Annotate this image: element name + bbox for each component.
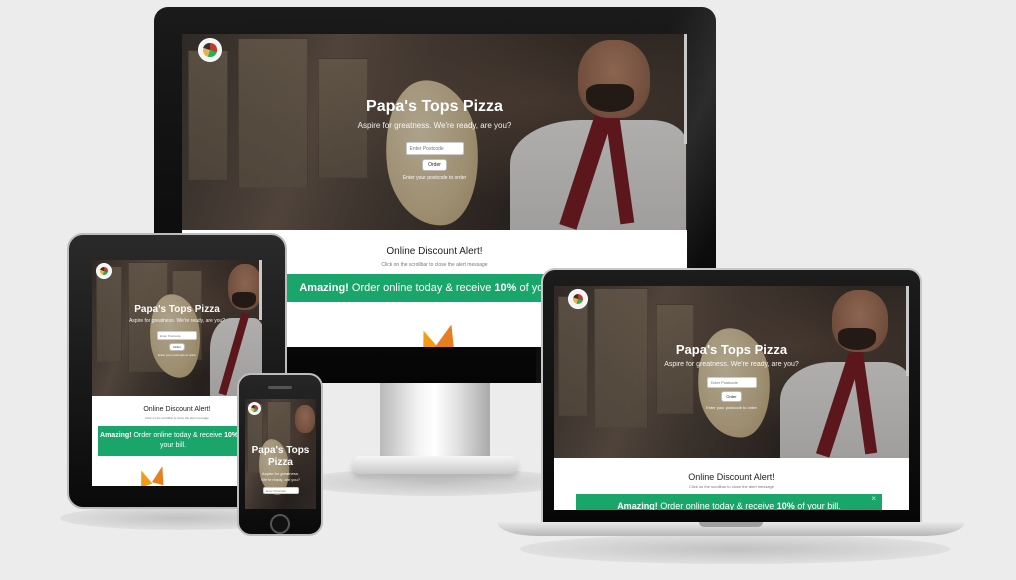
promo-text: Order online today & receive	[131, 432, 225, 439]
hero-content: Papa's Tops Pizza Aspire for greatness. …	[182, 98, 687, 181]
hero-tagline: Aspire for greatness. We're ready, are y…	[261, 471, 300, 482]
desktop-scrollbar[interactable]	[684, 34, 687, 144]
hero-content: Papa's Tops Pizza Aspire for greatness. …	[92, 304, 262, 357]
postcode-hint: Enter your postcode to order	[157, 353, 197, 357]
hero-title: Papa's Tops Pizza	[366, 98, 503, 115]
promo-highlight: 10%	[494, 282, 517, 294]
promo-lead: Amazing!	[299, 282, 349, 294]
phone-website: Papa's Tops Pizza Aspire for greatness. …	[245, 399, 316, 509]
flame-graphic	[434, 321, 462, 347]
postcode-input[interactable]	[157, 331, 197, 340]
promo-lead: Amazing!	[617, 501, 658, 510]
postcode-hint: Enter your postcode to order	[706, 405, 757, 410]
flame-graphic	[151, 464, 169, 486]
promo-text: Order online today & receive	[348, 282, 495, 294]
hero-tagline: Aspire for greatness. We're ready, are y…	[128, 318, 226, 324]
order-button[interactable]: Order	[169, 343, 185, 351]
promo-highlight: 10%	[776, 501, 795, 510]
discount-title: Online Discount Alert!	[688, 472, 775, 482]
hero-tagline: Aspire for greatness. We're ready, are y…	[664, 361, 799, 368]
phone-speaker	[268, 386, 292, 389]
hero-tagline: Aspire for greatness. We're ready, are y…	[357, 121, 512, 130]
promo-tail: of your bill.	[794, 501, 841, 510]
close-icon[interactable]: ×	[871, 494, 876, 510]
hero-title: Papa's Tops Pizza	[675, 342, 788, 357]
promo-lead: Amazing!	[100, 432, 132, 439]
postcode-input[interactable]	[405, 142, 464, 155]
hero-section: Papa's Tops Pizza Aspire for greatness. …	[92, 260, 262, 396]
hero-title: Papa's Tops Pizza	[251, 445, 310, 468]
discount-subtitle: Click on the scrollbar to close the aler…	[689, 484, 774, 489]
laptop-shadow	[520, 534, 950, 564]
hero-section: Papa's Tops Pizza Aspire for greatness. …	[554, 286, 909, 458]
hero-title: Papa's Tops Pizza	[134, 304, 220, 315]
laptop-website: Papa's Tops Pizza Aspire for greatness. …	[554, 286, 909, 510]
site-logo[interactable]	[96, 263, 112, 279]
hero-content: Papa's Tops Pizza Aspire for greatness. …	[245, 445, 316, 494]
tablet-scrollbar[interactable]	[259, 260, 262, 320]
postcode-input[interactable]	[262, 487, 299, 494]
desktop-stand-base	[352, 456, 518, 474]
hero-content: Papa's Tops Pizza Aspire for greatness. …	[554, 342, 909, 410]
promo-text: Order online today & receive	[657, 501, 777, 510]
order-button[interactable]: Order	[422, 159, 447, 171]
desktop-stand-neck	[380, 383, 490, 459]
promo-alert: Amazing! Order online today & receive 10…	[98, 426, 248, 456]
site-logo[interactable]	[568, 289, 588, 309]
order-button[interactable]: Order	[721, 391, 742, 402]
phone-home-button[interactable]	[270, 514, 290, 534]
hero-section: Papa's Tops Pizza Aspire for greatness. …	[245, 399, 316, 509]
hero-section: Papa's Tops Pizza Aspire for greatness. …	[182, 34, 687, 231]
flame-graphic	[135, 468, 153, 486]
postcode-hint: Enter your postcode to order	[402, 175, 467, 181]
laptop-notch	[699, 522, 763, 527]
postcode-input[interactable]	[706, 377, 757, 388]
site-logo[interactable]	[248, 402, 261, 415]
promo-alert: Amazing! Order online today & receive 10…	[576, 494, 882, 510]
laptop-scrollbar[interactable]	[906, 286, 909, 376]
site-logo[interactable]	[198, 38, 222, 62]
